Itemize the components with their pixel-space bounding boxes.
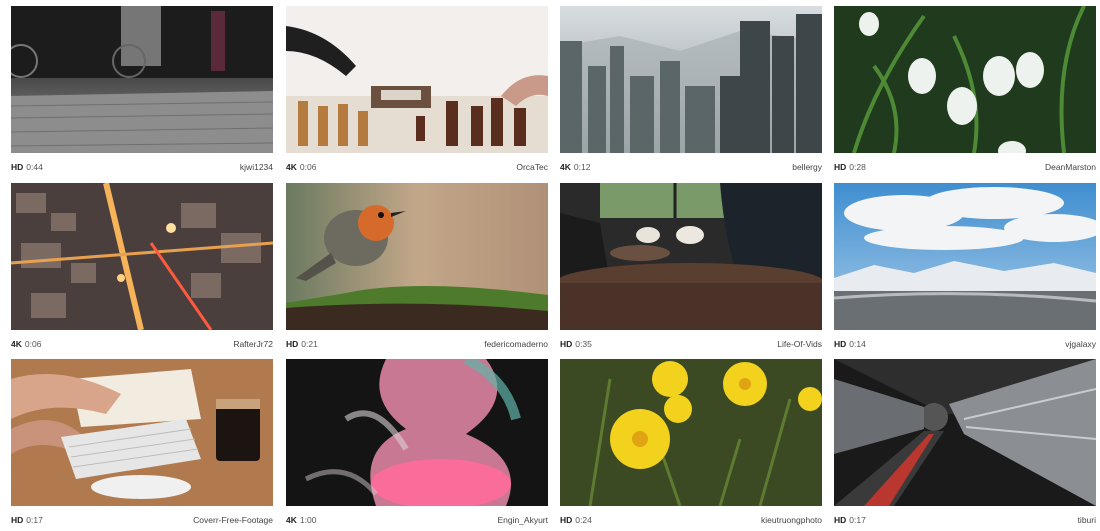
video-thumbnail[interactable] — [11, 6, 273, 153]
video-meta: HD 0:44 kjwi1234 — [11, 159, 273, 175]
author-name[interactable]: OrcaTec — [516, 159, 548, 175]
video-duration: 1:00 — [299, 515, 317, 525]
video-duration: 0:06 — [24, 339, 42, 349]
video-meta: HD 0:14 vjgalaxy — [834, 336, 1096, 352]
video-duration: 0:28 — [849, 162, 866, 172]
author-name[interactable]: vjgalaxy — [1065, 336, 1096, 352]
quality-badge: HD — [11, 162, 24, 172]
video-meta: 4K 1:00 Engin_Akyurt — [286, 512, 548, 528]
author-name[interactable]: federicomaderno — [484, 336, 548, 352]
video-thumbnail[interactable] — [560, 183, 822, 330]
author-name[interactable]: Engin_Akyurt — [497, 512, 548, 528]
video-card[interactable]: 4K 1:00 Engin_Akyurt — [286, 359, 548, 529]
video-grid: HD 0:44 kjwi1234 4K 0:06 OrcaTec 4K 0:12… — [0, 0, 1100, 531]
video-card[interactable]: HD 0:21 federicomaderno — [286, 183, 548, 353]
author-name[interactable]: Life-Of-Vids — [777, 336, 822, 352]
author-name[interactable]: kjwi1234 — [240, 159, 273, 175]
video-thumbnail[interactable] — [560, 6, 822, 153]
video-card[interactable]: HD 0:17 Coverr-Free-Footage — [11, 359, 273, 529]
video-card[interactable]: 4K 0:06 OrcaTec — [286, 6, 548, 176]
video-card[interactable]: 4K 0:06 RafterJr72 — [11, 183, 273, 353]
video-duration: 0:35 — [575, 339, 592, 349]
video-meta: HD 0:28 DeanMarston — [834, 159, 1096, 175]
video-thumbnail[interactable] — [834, 183, 1096, 330]
video-duration: 0:14 — [849, 339, 866, 349]
video-thumbnail[interactable] — [286, 6, 548, 153]
quality-badge: 4K — [286, 515, 297, 525]
quality-badge: HD — [560, 339, 573, 349]
video-card[interactable]: HD 0:28 DeanMarston — [834, 6, 1096, 176]
video-card[interactable]: HD 0:24 kieutruongphoto — [560, 359, 822, 529]
video-duration: 0:17 — [26, 515, 43, 525]
video-meta: 4K 0:06 RafterJr72 — [11, 336, 273, 352]
quality-badge: 4K — [286, 162, 297, 172]
video-meta: HD 0:17 tiburi — [834, 512, 1096, 528]
author-name[interactable]: Coverr-Free-Footage — [193, 512, 273, 528]
video-thumbnail[interactable] — [834, 6, 1096, 153]
video-meta: HD 0:35 Life-Of-Vids — [560, 336, 822, 352]
video-card[interactable]: HD 0:44 kjwi1234 — [11, 6, 273, 176]
video-card[interactable]: HD 0:35 Life-Of-Vids — [560, 183, 822, 353]
quality-badge: HD — [834, 339, 847, 349]
quality-badge: HD — [286, 339, 299, 349]
video-meta: HD 0:17 Coverr-Free-Footage — [11, 512, 273, 528]
video-meta: 4K 0:06 OrcaTec — [286, 159, 548, 175]
video-thumbnail[interactable] — [11, 183, 273, 330]
video-duration: 0:44 — [26, 162, 43, 172]
video-duration: 0:06 — [299, 162, 317, 172]
quality-badge: 4K — [11, 339, 22, 349]
video-duration: 0:17 — [849, 515, 866, 525]
author-name[interactable]: kieutruongphoto — [761, 512, 822, 528]
quality-badge: HD — [834, 162, 847, 172]
video-duration: 0:12 — [573, 162, 591, 172]
video-card[interactable]: HD 0:17 tiburi — [834, 359, 1096, 529]
video-duration: 0:24 — [575, 515, 592, 525]
quality-badge: HD — [560, 515, 573, 525]
video-meta: HD 0:21 federicomaderno — [286, 336, 548, 352]
video-thumbnail[interactable] — [834, 359, 1096, 506]
author-name[interactable]: RafterJr72 — [233, 336, 273, 352]
video-duration: 0:21 — [301, 339, 318, 349]
author-name[interactable]: tiburi — [1078, 512, 1096, 528]
video-card[interactable]: 4K 0:12 bellergy — [560, 6, 822, 176]
video-thumbnail[interactable] — [560, 359, 822, 506]
quality-badge: HD — [11, 515, 24, 525]
video-meta: 4K 0:12 bellergy — [560, 159, 822, 175]
video-card[interactable]: HD 0:14 vjgalaxy — [834, 183, 1096, 353]
quality-badge: 4K — [560, 162, 571, 172]
video-thumbnail[interactable] — [286, 359, 548, 506]
video-meta: HD 0:24 kieutruongphoto — [560, 512, 822, 528]
author-name[interactable]: DeanMarston — [1045, 159, 1096, 175]
video-thumbnail[interactable] — [11, 359, 273, 506]
author-name[interactable]: bellergy — [792, 159, 822, 175]
video-thumbnail[interactable] — [286, 183, 548, 330]
quality-badge: HD — [834, 515, 847, 525]
